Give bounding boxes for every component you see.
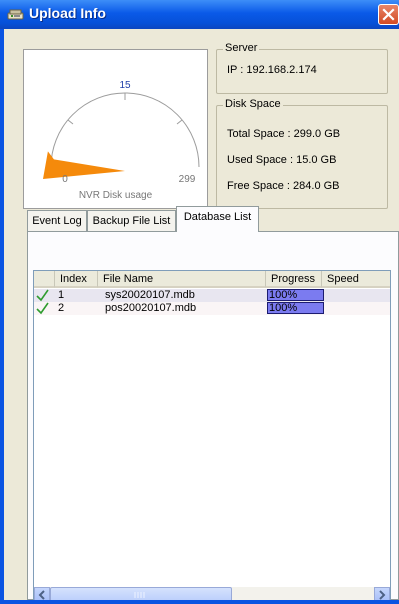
server-group-title: Server <box>223 42 260 54</box>
tab-backup-file-list-label: Backup File List <box>92 215 171 227</box>
used-space: Used Space : 15.0 GB <box>227 154 337 166</box>
upload-info-window: Upload Info 15 0 299 NVR Disk usage Serv… <box>0 0 399 604</box>
dialog-client-area: 15 0 299 NVR Disk usage Server IP : 192.… <box>4 29 399 604</box>
disk-space-group-title: Disk Space <box>223 98 283 110</box>
gauge-min-label: 0 <box>62 174 68 185</box>
column-header-speed[interactable]: Speed <box>322 271 390 288</box>
close-icon <box>382 8 395 21</box>
disk-usage-gauge: 15 0 299 NVR Disk usage <box>23 49 208 209</box>
window-title: Upload Info <box>29 5 106 21</box>
disk-space-group: Disk Space Total Space : 299.0 GB Used S… <box>216 98 388 209</box>
tab-database-list[interactable]: Database List <box>176 206 259 232</box>
row-index: 2 <box>58 302 65 314</box>
title-bar[interactable]: Upload Info <box>0 0 399 29</box>
gauge-used-wedge <box>43 151 125 179</box>
row-file-name: pos20020107.mdb <box>105 302 197 314</box>
close-button[interactable] <box>378 4 399 25</box>
database-list-view[interactable]: Index File Name Progress Speed 1 sys2002… <box>33 270 391 604</box>
column-header-status[interactable] <box>34 271 55 288</box>
column-header-progress-label: Progress <box>271 273 316 285</box>
row-file-name: sys20020107.mdb <box>105 289 195 301</box>
gauge-max-label: 299 <box>179 174 196 185</box>
column-header-file-name[interactable]: File Name <box>98 271 266 288</box>
tab-event-log-label: Event Log <box>32 215 82 227</box>
column-header-index-label: Index <box>60 273 87 285</box>
row-progress-bar: 100% <box>267 302 324 314</box>
tab-database-list-label: Database List <box>183 211 252 223</box>
gauge-tick-left <box>67 119 74 125</box>
total-space: Total Space : 299.0 GB <box>227 128 341 140</box>
row-progress-text: 100% <box>269 302 298 314</box>
table-row[interactable]: 1 sys20020107.mdb 100% <box>34 289 390 302</box>
row-index: 1 <box>58 289 65 301</box>
table-row[interactable]: 2 pos20020107.mdb 100% <box>34 302 390 315</box>
gauge-tick-right <box>176 119 183 125</box>
free-space: Free Space : 284.0 GB <box>227 180 340 192</box>
server-group: Server IP : 192.168.2.174 <box>216 42 388 94</box>
checkmark-icon <box>36 302 49 315</box>
checkmark-icon <box>36 289 49 302</box>
column-header-file-name-label: File Name <box>103 273 154 285</box>
gauge-arc <box>50 92 200 168</box>
row-progress-text: 100% <box>269 289 298 301</box>
window-bottom-border <box>0 600 399 604</box>
gauge-dial: 15 0 299 <box>43 80 200 185</box>
tab-event-log[interactable]: Event Log <box>27 210 87 231</box>
column-header-progress[interactable]: Progress <box>266 271 322 288</box>
column-header-speed-label: Speed <box>327 273 359 285</box>
gauge-caption: NVR Disk usage <box>78 190 153 201</box>
gauge-mid-label: 15 <box>119 80 131 91</box>
column-header-index[interactable]: Index <box>55 271 98 288</box>
server-ip: IP : 192.168.2.174 <box>227 64 317 76</box>
row-progress-bar: 100% <box>267 289 324 301</box>
network-upload-icon <box>7 9 24 20</box>
tab-backup-file-list[interactable]: Backup File List <box>87 210 176 231</box>
